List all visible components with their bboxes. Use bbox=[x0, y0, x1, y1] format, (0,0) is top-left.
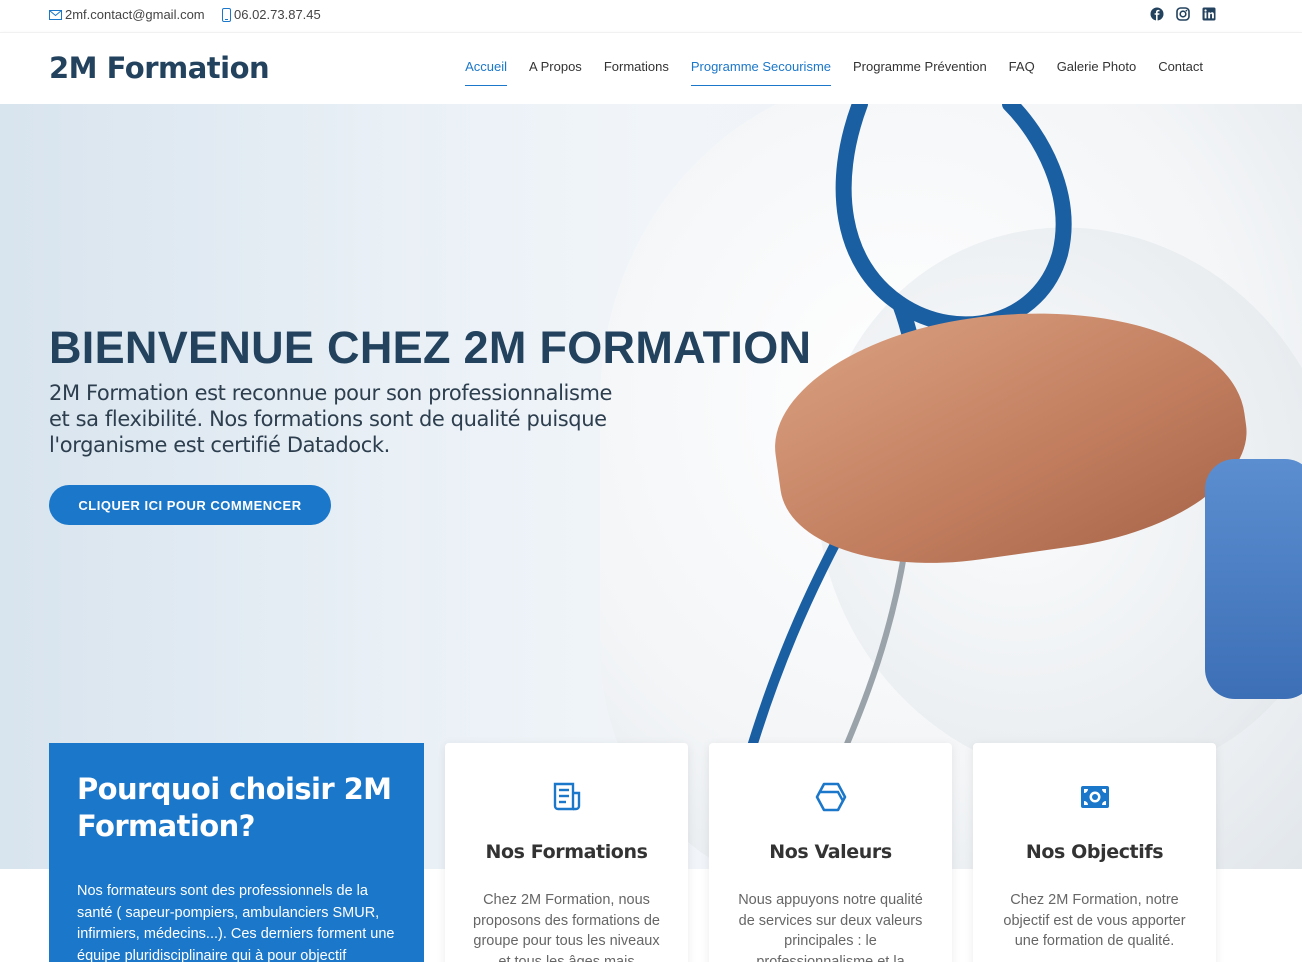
instagram-icon[interactable] bbox=[1176, 7, 1190, 21]
card-valeurs[interactable]: Nos Valeurs Nous appuyons notre qualité … bbox=[709, 743, 952, 962]
nav-formations[interactable]: Formations bbox=[593, 59, 680, 85]
money-icon bbox=[1080, 786, 1109, 808]
linkedin-icon[interactable] bbox=[1202, 7, 1216, 21]
nav-programme-prevention[interactable]: Programme Prévention bbox=[842, 59, 998, 85]
card-text: Nous appuyons notre qualité de services … bbox=[738, 892, 923, 962]
hero-title: BIENVENUE CHEZ 2M FORMATION bbox=[49, 322, 812, 373]
email-text: 2mf.contact@gmail.com bbox=[65, 7, 205, 22]
nav-faq[interactable]: FAQ bbox=[998, 59, 1046, 85]
contact-email[interactable]: 2mf.contact@gmail.com bbox=[49, 7, 205, 22]
phone-icon bbox=[222, 7, 231, 22]
facebook-icon[interactable] bbox=[1150, 7, 1164, 21]
card-title: Nos Objectifs bbox=[1025, 841, 1164, 863]
hero-text: 2M Formation est reconnue pour son profe… bbox=[49, 381, 613, 457]
phone-text: 06.02.73.87.45 bbox=[234, 7, 321, 22]
card-text: Chez 2M Formation, nous proposons des fo… bbox=[473, 892, 660, 962]
card-title: Nos Valeurs bbox=[769, 841, 892, 863]
start-button[interactable]: CLIQUER ICI POUR COMMENCER bbox=[49, 485, 331, 525]
social-links bbox=[1150, 7, 1216, 21]
site-header: 2M Formation Accueil A Propos Formations… bbox=[0, 32, 1302, 104]
hexagon-icon bbox=[815, 782, 846, 812]
nav-accueil[interactable]: Accueil bbox=[454, 59, 518, 86]
why-text: Nos formateurs sont des professionnels d… bbox=[77, 883, 395, 962]
top-bar: 2mf.contact@gmail.com 06.02.73.87.45 bbox=[0, 0, 1302, 32]
card-title: Nos Formations bbox=[485, 841, 648, 863]
why-choose-card: Pourquoi choisir 2M Formation? Nos forma… bbox=[49, 743, 424, 962]
envelope-icon bbox=[49, 9, 62, 20]
document-icon bbox=[553, 782, 580, 811]
card-objectifs[interactable]: Nos Objectifs Chez 2M Formation, notre o… bbox=[973, 743, 1216, 962]
main-nav: Accueil A Propos Formations Programme Se… bbox=[454, 59, 1214, 86]
nav-contact[interactable]: Contact bbox=[1147, 59, 1214, 85]
nav-programme-secourisme[interactable]: Programme Secourisme bbox=[680, 59, 842, 86]
card-text: Chez 2M Formation, notre objectif est de… bbox=[1003, 892, 1186, 949]
nav-a-propos[interactable]: A Propos bbox=[518, 59, 593, 85]
nav-galerie-photo[interactable]: Galerie Photo bbox=[1046, 59, 1148, 85]
why-title: Pourquoi choisir 2M Formation? bbox=[77, 772, 392, 843]
site-logo[interactable]: 2M Formation bbox=[49, 51, 270, 85]
contact-phone[interactable]: 06.02.73.87.45 bbox=[222, 7, 321, 22]
card-formations[interactable]: Nos Formations Chez 2M Formation, nous p… bbox=[445, 743, 688, 962]
hero-image-cuff bbox=[1205, 459, 1302, 699]
